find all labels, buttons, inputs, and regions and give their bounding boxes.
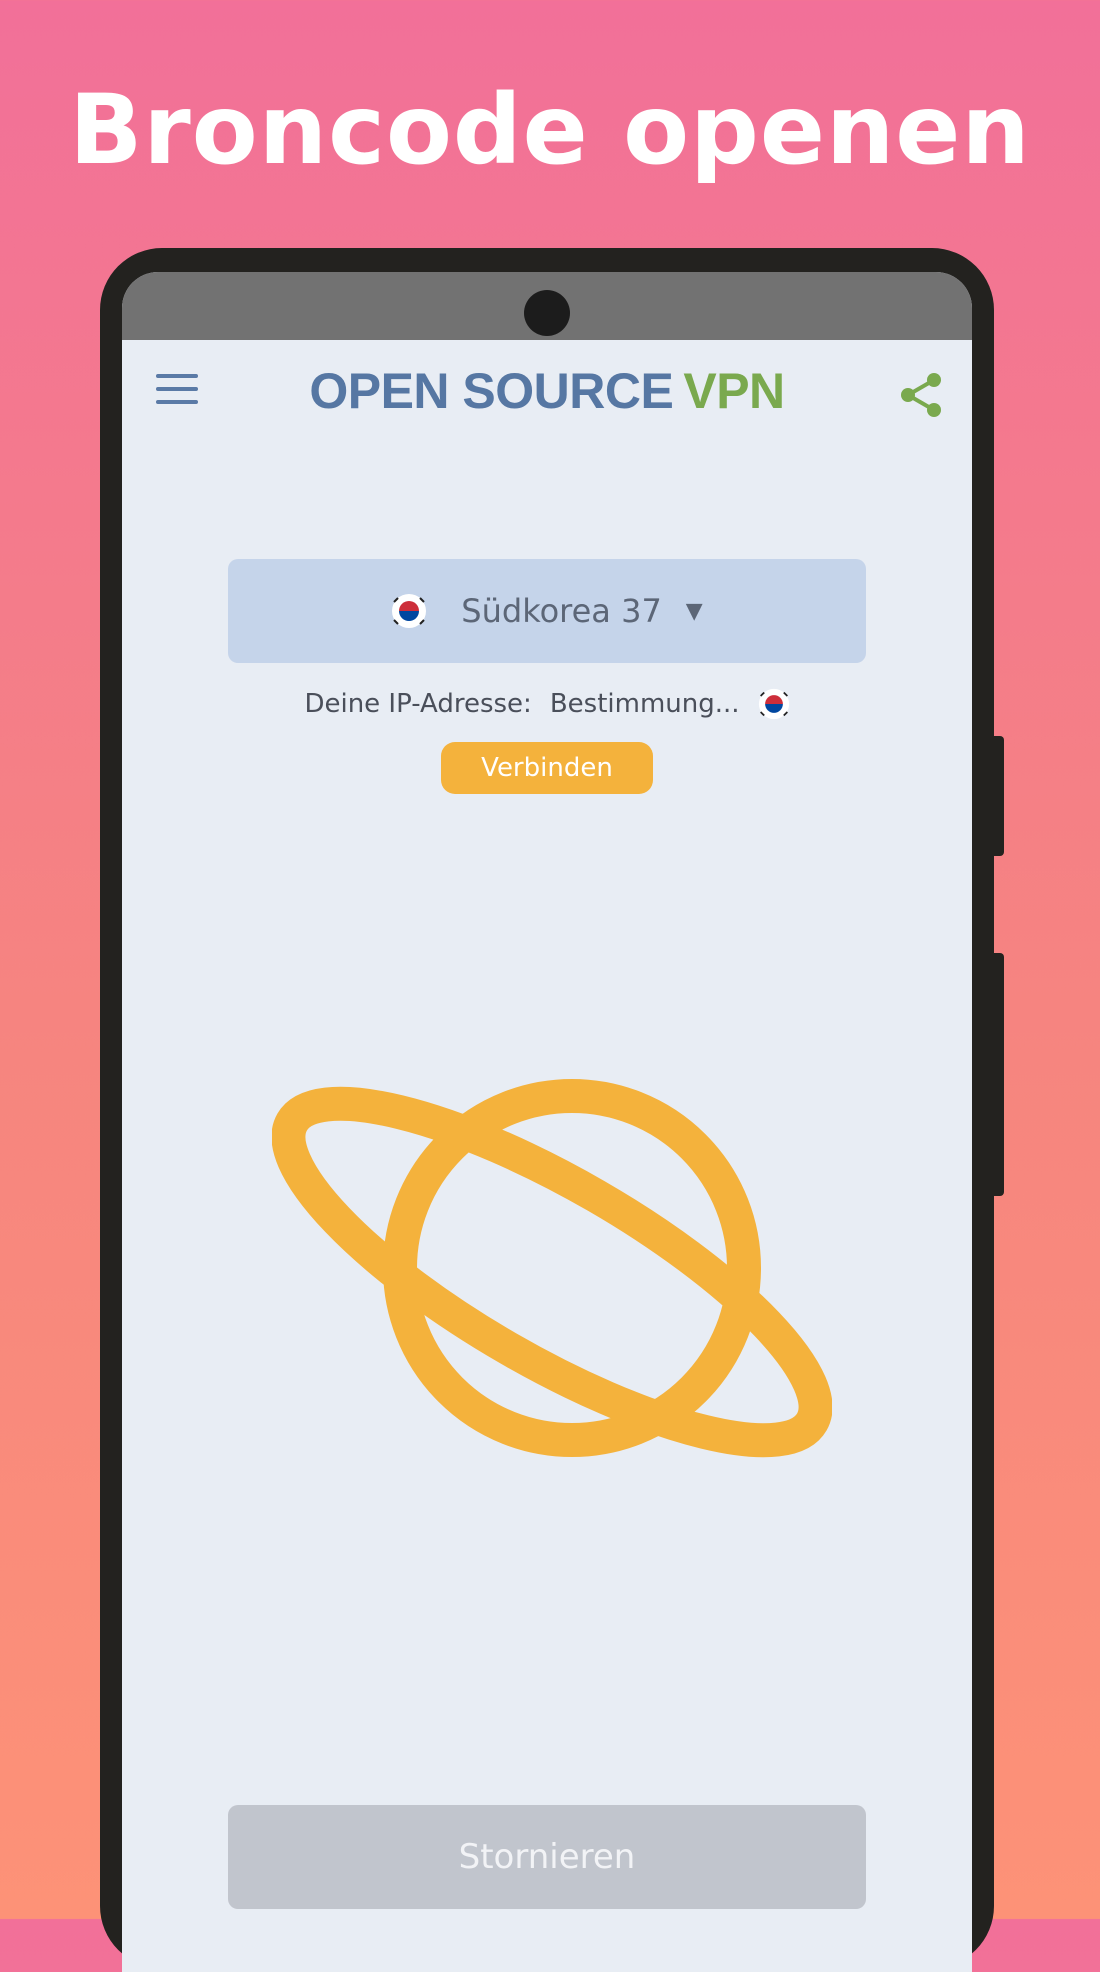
logo-vpn: VPN (683, 363, 785, 419)
chevron-down-icon: ▼ (685, 598, 703, 624)
app-screen: OPEN SOURCE VPN Südkorea 37 ▼ Deine IP-A… (122, 272, 972, 1972)
app-bar: OPEN SOURCE VPN (122, 340, 972, 440)
banner-headline: Broncode openen (69, 74, 1031, 186)
front-camera (524, 290, 570, 336)
phone-side-button (992, 736, 1004, 856)
south-korea-flag-icon (758, 688, 789, 720)
app-logo: OPEN SOURCE VPN (122, 362, 972, 420)
server-name: Südkorea 37 (461, 592, 662, 630)
logo-open-source: OPEN SOURCE (309, 363, 674, 419)
ip-status: Deine IP-Adresse: Bestimmung... (122, 684, 972, 724)
server-selector[interactable]: Südkorea 37 ▼ (228, 559, 866, 663)
ip-value: Bestimmung... (549, 689, 740, 719)
south-korea-flag-icon (392, 594, 427, 628)
share-button[interactable] (898, 370, 944, 420)
share-icon (901, 373, 941, 417)
phone-side-button (992, 953, 1004, 1196)
connect-button[interactable]: Verbinden (441, 742, 653, 794)
cancel-button[interactable]: Stornieren (228, 1805, 866, 1909)
status-bar (122, 272, 972, 340)
planet-icon (272, 1079, 832, 1458)
ip-label: Deine IP-Adresse: (304, 689, 532, 719)
